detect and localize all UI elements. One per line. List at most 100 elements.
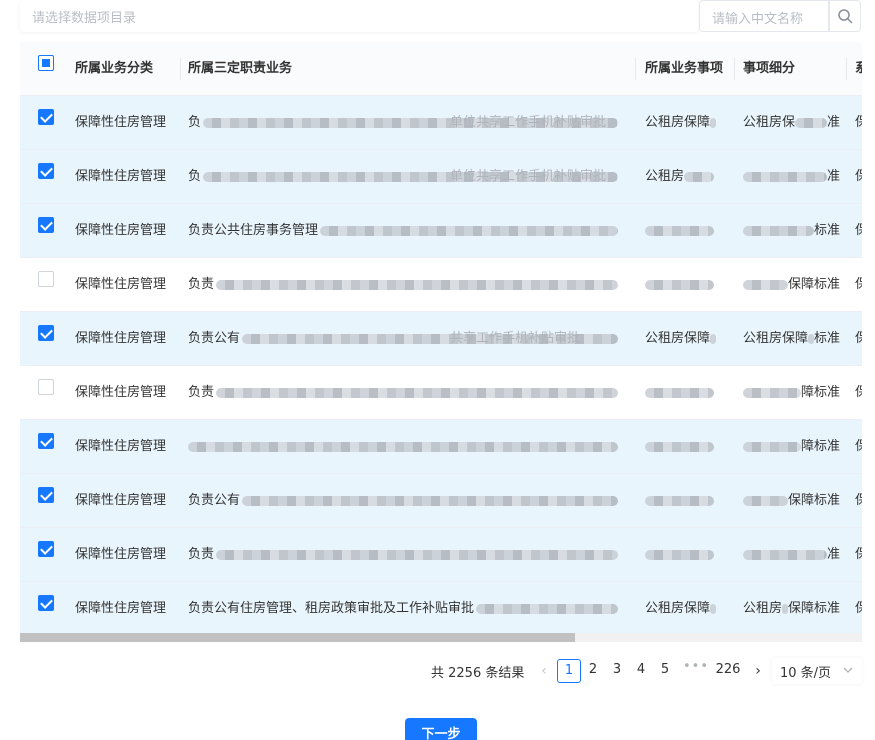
redacted-matter-text — [710, 118, 716, 128]
cell-subdivision-tail: 保障标准 — [788, 493, 841, 508]
cell-subdivision: 公租房保 — [743, 115, 796, 130]
redacted-subdivision-text — [743, 550, 827, 560]
page-3[interactable]: 3 — [607, 659, 627, 683]
redacted-matter-text — [710, 334, 716, 344]
page-2[interactable]: 2 — [583, 659, 603, 683]
redacted-duty-text — [242, 496, 618, 506]
redacted-duty-text — [216, 388, 618, 398]
redacted-subdivision-text — [743, 496, 788, 506]
row-checkbox[interactable] — [38, 487, 54, 503]
cell-last-column: 保 — [855, 493, 862, 508]
cell-last-column: 保 — [855, 169, 862, 184]
next-page-button[interactable]: › — [750, 660, 766, 682]
next-step-button[interactable]: 下一步 — [405, 718, 477, 740]
page-4[interactable]: 4 — [631, 659, 651, 683]
cell-duty-fragment: 共享工作手机补贴审批 — [450, 331, 581, 346]
row-checkbox[interactable] — [38, 163, 54, 179]
cell-duty: 负责 — [188, 277, 215, 292]
cell-subdivision-tail: 准 — [827, 169, 841, 184]
cell-duty: 负责公有住房管理、租房政策审批及工作补贴审批 — [188, 601, 475, 616]
row-checkbox[interactable] — [38, 325, 54, 341]
row-checkbox[interactable] — [38, 379, 54, 395]
cell-subdivision-tail: 准 — [827, 547, 841, 562]
redacted-matter-text — [645, 388, 714, 398]
cell-matter: 公租房保障 — [645, 601, 711, 616]
redacted-matter-text — [645, 280, 714, 290]
cell-subdivision-tail: 准 — [827, 115, 841, 130]
cell-last-column: 保 — [855, 439, 862, 454]
table-row[interactable]: 保障性住房管理 负 单位共享工作手机补贴审批 公租房保障 公租房保 准保 — [20, 96, 862, 150]
search-button[interactable] — [829, 0, 861, 32]
header-category[interactable]: 所属业务分类 — [75, 42, 153, 96]
cell-matter: 公租房保障 — [645, 331, 711, 346]
table-row[interactable]: 保障性住房管理 负责公有 保障标准保 — [20, 474, 862, 528]
page-5[interactable]: 5 — [655, 659, 675, 683]
search-icon — [838, 9, 853, 24]
cell-subdivision-tail: 障标准 — [801, 439, 841, 454]
cell-last-column: 保 — [855, 601, 862, 616]
row-checkbox[interactable] — [38, 109, 54, 125]
row-checkbox[interactable] — [38, 595, 54, 611]
chevron-down-icon — [843, 667, 853, 673]
table-row[interactable]: 保障性住房管理 负责公有住房管理、租房政策审批及工作补贴审批 公租房保障 公租房 保障标… — [20, 582, 862, 636]
header-subdivision[interactable]: 事项细分 — [743, 42, 795, 96]
header-last[interactable]: 系 — [855, 42, 862, 96]
data-table: 所属业务分类 所属三定职责业务 所属业务事项 事项细分 系 保障性住房管理负单位… — [20, 42, 862, 642]
table-row[interactable]: 保障性住房管理 负责 准保 — [20, 528, 862, 582]
table-row[interactable]: 保障性住房管理 负责公共住房事务管理 标准保 — [20, 204, 862, 258]
redacted-duty-text — [476, 604, 618, 614]
cell-duty: 负责公有 — [188, 493, 241, 508]
table-row[interactable]: 保障性住房管理 负责公有 共享工作手机补贴审批 公租房保障 公租房保障 标准保 — [20, 312, 862, 366]
page-last[interactable]: 226 — [712, 659, 744, 683]
prev-page-button[interactable]: ‹ — [536, 660, 552, 682]
redacted-subdivision-text — [795, 118, 827, 128]
redacted-duty-text — [216, 550, 618, 560]
page-size-select[interactable]: 10 条/页 — [772, 658, 862, 684]
cell-subdivision-tail: 保障标准 — [788, 277, 841, 292]
cell-duty: 负 — [188, 169, 202, 184]
redacted-matter-text — [645, 442, 714, 452]
cell-duty: 负责 — [188, 385, 215, 400]
cell-matter: 公租房 — [645, 169, 685, 184]
page-1[interactable]: 1 — [557, 659, 581, 683]
total-count: 共 2256 条结果 — [431, 666, 525, 681]
cell-duty-fragment: 单位共享工作手机补贴审批 — [450, 115, 607, 130]
redacted-matter-text — [645, 226, 714, 236]
row-checkbox[interactable] — [38, 217, 54, 233]
table-row[interactable]: 保障性住房管理 障标准保 — [20, 420, 862, 474]
table-row[interactable]: 保障性住房管理 负 单位共享工作手机补贴审批 公租房 准保 — [20, 150, 862, 204]
cell-category: 保障性住房管理 — [75, 115, 167, 130]
cell-duty: 负 — [188, 115, 202, 130]
scrollbar-thumb[interactable] — [20, 633, 575, 642]
table-header: 所属业务分类 所属三定职责业务 所属业务事项 事项细分 系 — [20, 42, 862, 96]
cell-category: 保障性住房管理 — [75, 493, 167, 508]
table-row[interactable]: 保障性住房管理 负责 保障标准保 — [20, 258, 862, 312]
select-all-checkbox[interactable] — [38, 55, 54, 71]
header-matter[interactable]: 所属业务事项 — [645, 42, 723, 96]
cell-category: 保障性住房管理 — [75, 439, 167, 454]
redacted-subdivision-text — [743, 280, 788, 290]
redacted-duty-text — [320, 226, 618, 236]
more-pages-ellipsis[interactable]: ••• — [683, 659, 709, 674]
cell-subdivision-tail: 保障标准 — [788, 601, 841, 616]
header-duty[interactable]: 所属三定职责业务 — [188, 42, 292, 96]
cell-duty-fragment: 单位共享工作手机补贴审批 — [450, 169, 607, 184]
row-checkbox[interactable] — [38, 433, 54, 449]
redacted-matter-text — [645, 550, 714, 560]
cell-category: 保障性住房管理 — [75, 385, 167, 400]
page-size-value: 10 条/页 — [780, 666, 832, 681]
cell-subdivision-tail: 障标准 — [801, 385, 841, 400]
redacted-subdivision-text — [743, 226, 814, 236]
cell-last-column: 保 — [855, 331, 862, 346]
name-search-input[interactable]: 请输入中文名称 — [699, 0, 829, 32]
redacted-subdivision-text — [743, 388, 801, 398]
directory-select[interactable]: 请选择数据项目录 — [20, 0, 698, 32]
row-checkbox[interactable] — [38, 271, 54, 287]
cell-category: 保障性住房管理 — [75, 223, 167, 238]
horizontal-scrollbar[interactable] — [20, 633, 862, 642]
cell-last-column: 保 — [855, 115, 862, 130]
cell-subdivision-tail: 标准 — [814, 223, 841, 238]
cell-category: 保障性住房管理 — [75, 547, 167, 562]
table-row[interactable]: 保障性住房管理 负责 障标准保 — [20, 366, 862, 420]
row-checkbox[interactable] — [38, 541, 54, 557]
